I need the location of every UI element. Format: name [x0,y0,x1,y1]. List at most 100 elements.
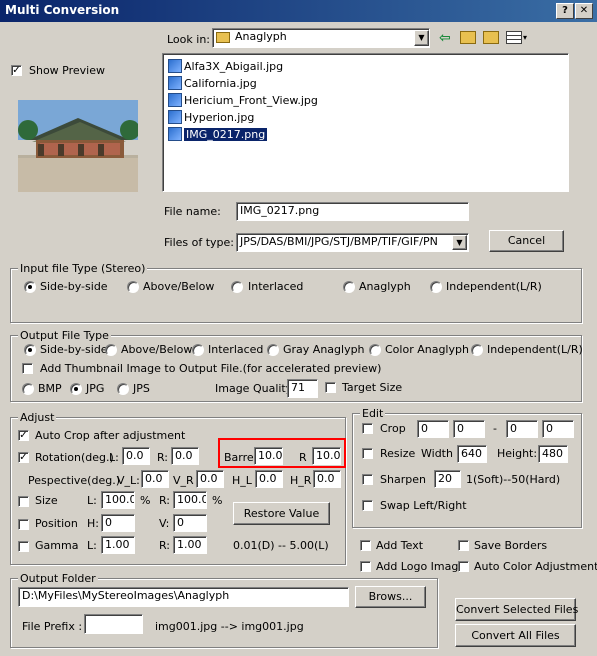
rotation-l-input[interactable]: 0.0 [122,447,150,465]
file-item[interactable]: Alfa3X_Abigail.jpg [166,58,283,75]
title-bar: Multi Conversion ? ✕ [0,0,597,22]
add-logo-label: Add Logo Image [376,560,466,573]
output-radio-independent[interactable] [471,344,483,356]
crop-input-2[interactable]: 0 [453,420,485,438]
autocrop-label: Auto Crop after adjustment [35,429,186,442]
height-input[interactable]: 480 [538,445,568,463]
height-label: Height: [497,447,538,460]
sharpen-input[interactable]: 20 [434,470,461,488]
crop-input-1[interactable]: 0 [417,420,449,438]
help-button[interactable]: ? [556,3,574,19]
hr-label: H_R [290,474,312,487]
barrel-r-input[interactable]: 10.0 [312,447,341,465]
format-radio-bmp[interactable] [22,383,34,395]
input-radio-interlaced[interactable] [231,281,243,293]
output-option-label: Independent(L/R) [487,343,583,356]
size-r-input[interactable]: 100.0 [173,491,207,509]
gamma-label: Gamma [35,539,79,552]
view-menu-chevron-icon[interactable]: ▾ [523,33,527,42]
format-radio-jpg[interactable] [70,383,82,395]
rotation-r-input[interactable]: 0.0 [171,447,199,465]
cancel-button[interactable]: Cancel [489,230,564,252]
output-radio-above-below[interactable] [105,344,117,356]
show-preview-checkbox[interactable]: ✓ [11,65,22,76]
file-item-selected[interactable]: IMG_0217.png [166,126,268,143]
save-borders-checkbox[interactable] [458,540,469,551]
image-file-icon [168,127,182,141]
add-text-checkbox[interactable] [360,540,371,551]
size-l-input[interactable]: 100.0 [101,491,135,509]
file-list[interactable]: Alfa3X_Abigail.jpg California.jpg Herici… [162,53,569,192]
file-name-input[interactable]: IMG_0217.png [236,202,469,221]
gamma-l-input[interactable]: 1.00 [101,536,135,554]
pos-h-input[interactable]: 0 [101,514,135,532]
output-radio-side-by-side[interactable] [24,344,36,356]
output-radio-color-anaglyph[interactable] [369,344,381,356]
add-logo-checkbox[interactable] [360,561,371,572]
vl-label: V_L: [117,474,140,487]
position-checkbox[interactable] [18,519,29,530]
barrel-input[interactable]: 10.0 [254,447,283,465]
input-radio-above-below[interactable] [127,281,139,293]
width-label: Width [421,447,453,460]
format-radio-jps[interactable] [117,383,129,395]
pos-v-label: V: [159,517,170,530]
vl-input[interactable]: 0.0 [141,470,169,488]
pos-v-input[interactable]: 0 [173,514,207,532]
file-prefix-input[interactable] [84,614,143,634]
look-in-dropdown[interactable]: Anaglyph [212,28,430,48]
width-input[interactable]: 640 [457,445,487,463]
output-folder-input[interactable]: D:\MyFiles\MyStereoImages\Anaglyph [18,587,349,607]
vr-input[interactable]: 0.0 [196,470,224,488]
crop-checkbox[interactable] [362,423,373,434]
crop-input-3[interactable]: 0 [506,420,538,438]
output-radio-interlaced[interactable] [192,344,204,356]
file-type-chevron-icon[interactable]: ▼ [452,235,467,250]
rotation-l-label: L: [109,451,119,464]
up-folder-icon[interactable] [460,31,476,44]
preview-image [18,100,138,192]
target-size-checkbox[interactable] [325,382,336,393]
folder-icon [216,32,230,43]
quality-input[interactable]: 71 [287,379,318,398]
hl-input[interactable]: 0.0 [255,470,283,488]
file-item[interactable]: California.jpg [166,75,257,92]
file-item[interactable]: Hericium_Front_View.jpg [166,92,318,109]
output-option-label: Color Anaglyph [385,343,469,356]
gamma-range-label: 0.01(D) -- 5.00(L) [233,539,329,552]
file-item[interactable]: Hyperion.jpg [166,109,254,126]
sharpen-checkbox[interactable] [362,474,373,485]
output-radio-gray-anaglyph[interactable] [267,344,279,356]
input-option-label: Side-by-side [40,280,108,293]
back-icon[interactable]: ⇦ [439,30,455,46]
image-file-icon [168,59,182,73]
input-radio-independent[interactable] [430,281,442,293]
auto-color-checkbox[interactable] [458,561,469,572]
browse-button[interactable]: Brows... [355,586,426,608]
gamma-r-input[interactable]: 1.00 [173,536,207,554]
input-option-label: Independent(L/R) [446,280,542,293]
crop-dash: - [493,422,497,435]
size-checkbox[interactable] [18,496,29,507]
gamma-checkbox[interactable] [18,541,29,552]
chevron-down-icon[interactable]: ▼ [414,30,429,46]
restore-value-button[interactable]: Restore Value [233,502,330,525]
resize-checkbox[interactable] [362,448,373,459]
input-radio-side-by-side[interactable] [24,281,36,293]
thumbnail-checkbox[interactable] [22,363,33,374]
new-folder-icon[interactable] [483,31,499,44]
crop-input-4[interactable]: 0 [542,420,574,438]
file-type-dropdown[interactable]: JPS/DAS/BMI/JPG/STJ/BMP/TIF/GIF/PN [236,233,469,252]
convert-selected-button[interactable]: Convert Selected Files [455,598,578,621]
rotation-checkbox[interactable]: ✓ [18,452,29,463]
view-menu-icon[interactable] [506,31,522,44]
swap-checkbox[interactable] [362,500,373,511]
convert-all-button[interactable]: Convert All Files [455,624,576,647]
hr-input[interactable]: 0.0 [313,470,341,488]
file-prefix-label: File Prefix : [22,620,83,633]
rotation-label: Rotation(deg.) [35,451,114,464]
autocrop-checkbox[interactable]: ✓ [18,430,29,441]
output-folder-title: Output Folder [18,572,98,585]
close-button[interactable]: ✕ [575,3,593,19]
input-radio-anaglyph[interactable] [343,281,355,293]
